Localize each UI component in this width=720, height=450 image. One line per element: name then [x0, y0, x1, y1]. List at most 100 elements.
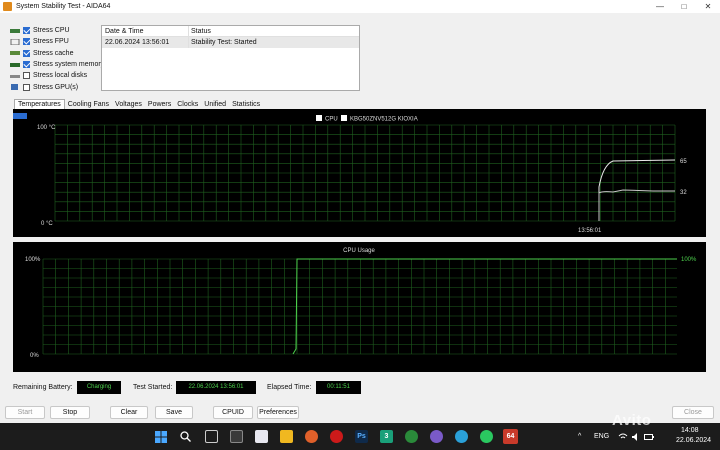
firefox-icon[interactable] — [305, 430, 318, 443]
stress-cache-checkbox[interactable] — [23, 49, 30, 57]
cpu-y-bottom-label: 0% — [30, 353, 39, 359]
stress-gpu-label: Stress GPU(s) — [33, 83, 79, 91]
memory-icon — [10, 62, 20, 67]
clear-button[interactable]: Clear — [110, 406, 148, 419]
test-started-label: Test Started: — [133, 383, 173, 391]
store-icon[interactable] — [255, 430, 268, 443]
temperature-chart-svg: CPU KBG50ZNV512G KIOXIA 100 °C 0 °C 13:5… — [37, 115, 687, 234]
viber-icon[interactable] — [430, 430, 443, 443]
whatsapp-icon[interactable] — [480, 430, 493, 443]
stress-memory-checkbox[interactable] — [23, 61, 30, 69]
cpu-usage-grid — [42, 258, 677, 355]
legend-cpu-label: CPU — [325, 117, 338, 123]
legend-ssd-checkbox[interactable] — [341, 115, 347, 121]
temp-y-bottom-label: 0 °C — [41, 221, 53, 227]
elapsed-time-label: Elapsed Time: — [267, 383, 312, 391]
cpuid-button[interactable]: CPUID — [213, 406, 253, 419]
avito-watermark: Avito — [612, 412, 652, 429]
remaining-battery-label: Remaining Battery: — [13, 383, 73, 391]
photoshop-icon[interactable]: Ps — [355, 430, 368, 443]
tab-voltages[interactable]: Voltages — [112, 99, 145, 109]
stress-options: Stress CPU Stress FPU Stress cache Stres… — [10, 25, 104, 93]
stress-option-cache[interactable]: Stress cache — [10, 48, 104, 59]
tab-temperatures[interactable]: Temperatures — [14, 99, 65, 109]
window-title: System Stability Test - AIDA64 — [16, 3, 111, 10]
tab-unified[interactable]: Unified — [201, 99, 229, 109]
windows-start-icon[interactable] — [154, 430, 167, 443]
close-window-button[interactable]: ✕ — [696, 0, 720, 13]
disk-icon — [10, 74, 20, 78]
search-icon[interactable] — [179, 430, 192, 443]
legend-cpu-checkbox[interactable] — [316, 115, 322, 121]
stress-option-gpu[interactable]: Stress GPU(s) — [10, 81, 104, 92]
column-header-date-time[interactable]: Date & Time — [102, 28, 188, 35]
row-date-time: 22.06.2024 13:56:01 — [105, 39, 170, 46]
preferences-button[interactable]: Preferences — [257, 406, 299, 419]
tab-clocks[interactable]: Clocks — [174, 99, 201, 109]
stress-gpu-checkbox[interactable] — [23, 83, 30, 91]
close-button[interactable]: Close — [672, 406, 714, 419]
elapsed-time-value: 00:11:51 — [316, 380, 361, 394]
task-view-icon[interactable] — [205, 430, 218, 443]
cpu-usage-chart-svg: CPU Usage 100% 0% 100% — [25, 248, 697, 359]
fpu-icon — [10, 38, 20, 45]
wifi-icon[interactable] — [618, 430, 628, 443]
temp-y-top-label: 100 °C — [37, 125, 56, 131]
aida64-taskbar-icon[interactable]: 64 — [503, 429, 518, 444]
title-bar: System Stability Test - AIDA64 — □ ✕ — [0, 0, 720, 13]
taskbar-clock-time[interactable]: 14:08 — [681, 427, 699, 434]
cpu-usage-title: CPU Usage — [343, 248, 375, 254]
cache-icon — [10, 51, 20, 56]
telegram-icon[interactable] — [455, 430, 468, 443]
maximize-button[interactable]: □ — [672, 0, 696, 13]
cpu-temp-value: 65 — [680, 159, 687, 165]
taskbar-clock-date[interactable]: 22.06.2024 — [676, 437, 711, 444]
volume-icon[interactable] — [631, 430, 641, 443]
tab-statistics[interactable]: Statistics — [229, 99, 263, 109]
table-row[interactable]: 22.06.2024 13:56:01 Stability Test: Star… — [102, 37, 359, 48]
column-header-status[interactable]: Status — [188, 26, 359, 36]
legend-ssd-label: KBG50ZNV512G KIOXIA — [350, 117, 418, 123]
row-status: Stability Test: Started — [188, 37, 359, 48]
file-explorer-icon[interactable] — [280, 430, 293, 443]
aida64-app-icon — [3, 2, 12, 11]
stress-option-memory[interactable]: Stress system memory — [10, 59, 104, 70]
gpu-icon — [11, 84, 18, 91]
app-3-icon[interactable]: 3 — [380, 430, 393, 443]
status-table: Date & Time Status 22.06.2024 13:56:01 S… — [101, 25, 360, 91]
widgets-icon[interactable] — [230, 430, 243, 443]
minimize-button[interactable]: — — [648, 0, 672, 13]
save-button[interactable]: Save — [155, 406, 193, 419]
chart-scroll-indicator[interactable] — [13, 113, 27, 119]
stress-fpu-checkbox[interactable] — [23, 38, 30, 46]
cpu-y-top-label: 100% — [25, 257, 41, 263]
green-app-icon[interactable] — [405, 430, 418, 443]
stop-button[interactable]: Stop — [50, 406, 90, 419]
tab-cooling-fans[interactable]: Cooling Fans — [65, 99, 112, 109]
stress-fpu-label: Stress FPU — [33, 38, 69, 46]
cpu-usage-chart: CPU Usage 100% 0% 100% — [13, 242, 706, 372]
stress-memory-label: Stress system memory — [33, 61, 105, 69]
stress-option-fpu[interactable]: Stress FPU — [10, 36, 104, 47]
opera-icon[interactable] — [330, 430, 343, 443]
stress-disks-checkbox[interactable] — [23, 72, 30, 80]
tab-powers[interactable]: Powers — [145, 99, 174, 109]
start-button[interactable]: Start — [5, 406, 45, 419]
status-table-header: Date & Time Status — [102, 26, 359, 37]
tray-overflow-icon[interactable]: ^ — [578, 433, 581, 440]
stress-option-disks[interactable]: Stress local disks — [10, 70, 104, 81]
cpu-icon — [10, 28, 20, 33]
remaining-battery-value: Charging — [77, 380, 121, 394]
test-started-value: 22.06.2024 13:56:01 — [176, 380, 256, 394]
battery-icon[interactable] — [644, 430, 654, 443]
ssd-temp-value: 32 — [680, 190, 687, 196]
stress-cache-label: Stress cache — [33, 49, 74, 57]
stress-option-cpu[interactable]: Stress CPU — [10, 25, 104, 36]
stress-cpu-checkbox[interactable] — [23, 27, 30, 35]
temperature-grid — [54, 124, 676, 222]
window-controls: — □ ✕ — [648, 0, 720, 13]
temperature-chart: CPU KBG50ZNV512G KIOXIA 100 °C 0 °C 13:5… — [13, 109, 706, 237]
language-indicator[interactable]: ENG — [594, 433, 609, 440]
temp-time-label: 13:56:01 — [578, 228, 602, 234]
stress-disks-label: Stress local disks — [33, 72, 88, 80]
